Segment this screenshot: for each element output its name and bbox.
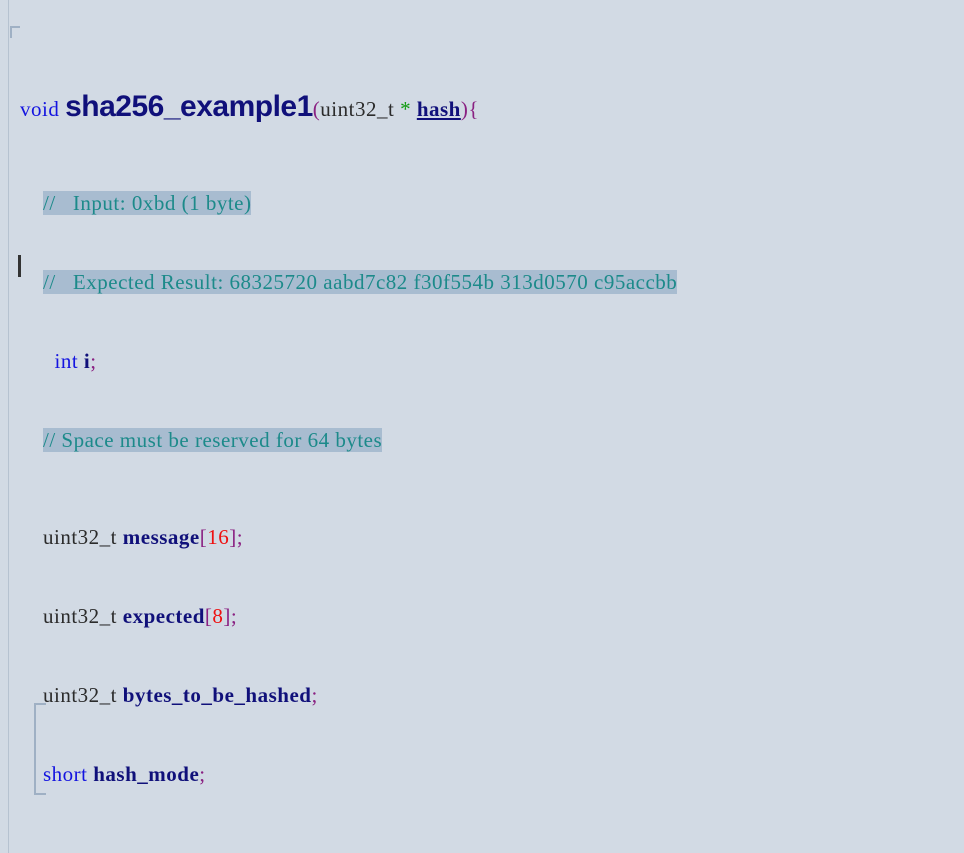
type-uint32: uint32_t <box>43 525 118 549</box>
code-line-int-i[interactable]: int i; <box>0 349 964 374</box>
code-line-signature[interactable]: void sha256_example1(uint32_t * hash){ <box>0 92 964 122</box>
code-editor[interactable]: void sha256_example1(uint32_t * hash){ /… <box>0 0 964 853</box>
variable-message: message <box>122 525 200 549</box>
code-line-comment-input[interactable]: // Input: 0xbd (1 byte) <box>0 191 964 216</box>
code-line-comment-space[interactable]: // Space must be reserved for 64 bytes <box>0 428 964 453</box>
code-line-comment-expected-result[interactable]: // Expected Result: 68325720 aabd7c82 f3… <box>0 270 964 295</box>
code-line-decl-message[interactable]: uint32_t message[16]; <box>0 525 964 550</box>
semicolon: ; <box>311 683 318 707</box>
code-line-decl-hash-mode[interactable]: short hash_mode; <box>0 762 964 787</box>
variable-bytes-to-be-hashed: bytes_to_be_hashed <box>122 683 312 707</box>
function-name: sha256_example1 <box>65 90 313 123</box>
code-line-decl-expected[interactable]: uint32_t expected[8]; <box>0 604 964 629</box>
type-uint32: uint32_t <box>43 604 118 628</box>
param-name-hash: hash <box>416 97 461 121</box>
param-type: uint32_t <box>320 97 395 121</box>
bracket-close: ] <box>229 525 237 549</box>
semicolon: ; <box>199 762 206 786</box>
variable-hash-mode: hash_mode <box>93 762 200 786</box>
code-line-decl-bytes[interactable]: uint32_t bytes_to_be_hashed; <box>0 683 964 708</box>
comment-expected-result: // Expected Result: 68325720 aabd7c82 f3… <box>43 270 678 294</box>
comment-input: // Input: 0xbd (1 byte) <box>43 191 252 215</box>
brace-open: { <box>468 97 479 121</box>
array-size-message: 16 <box>207 525 230 549</box>
semicolon: ; <box>236 525 244 549</box>
type-uint32: uint32_t <box>43 683 118 707</box>
semicolon: ; <box>230 604 238 628</box>
keyword-int: int <box>54 349 79 373</box>
code-line-blank-1[interactable] <box>0 841 964 853</box>
comment-space-reserved: // Space must be reserved for 64 bytes <box>43 428 383 452</box>
keyword-void: void <box>20 97 60 121</box>
semicolon: ; <box>90 349 97 373</box>
code-content[interactable]: void sha256_example1(uint32_t * hash){ /… <box>0 0 964 853</box>
keyword-short: short <box>43 762 88 786</box>
array-size-expected: 8 <box>212 604 224 628</box>
pointer-star: * <box>400 97 412 121</box>
bracket-close: ] <box>223 604 231 628</box>
variable-expected: expected <box>122 604 205 628</box>
